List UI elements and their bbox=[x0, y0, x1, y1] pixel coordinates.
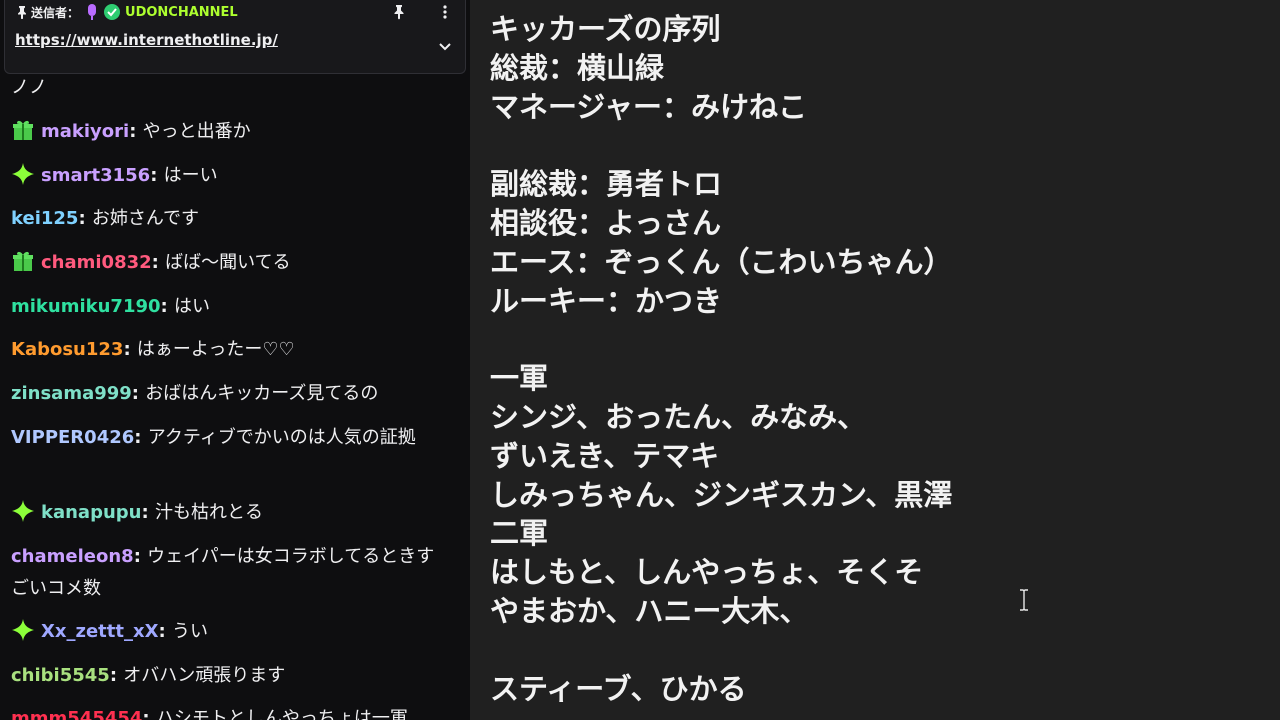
chat-colon: : bbox=[158, 621, 172, 642]
chat-panel: 送信者： UDONCHANNEL https://www.internethot… bbox=[0, 0, 470, 720]
chat-colon: : bbox=[109, 665, 124, 686]
pinned-channel-name[interactable]: UDONCHANNEL bbox=[125, 5, 238, 20]
chat-message: mikumiku7190: はい bbox=[11, 291, 451, 323]
chat-colon: : bbox=[141, 502, 155, 523]
notes-panel: キッカーズの序列 総裁：横山緑マネージャー：みけねこ 副総裁：勇者トロ 相談役：よっさ… bbox=[470, 0, 1280, 720]
chat-message: makiyori: やっと出番か bbox=[11, 116, 451, 148]
note-line: スティーブ、ひかる bbox=[490, 671, 747, 706]
chat-message-text: やっと出番か bbox=[142, 121, 251, 142]
note-line: 総裁：横山緑 bbox=[490, 50, 665, 85]
sparkle-icon[interactable] bbox=[11, 162, 35, 186]
chat-message-text: アクティブでかいのは人気の証拠 bbox=[147, 427, 416, 448]
pinned-sender-label: 送信者： bbox=[31, 5, 80, 20]
note-line bbox=[490, 126, 953, 165]
pinned-message[interactable]: 送信者： UDONCHANNEL https://www.internethot… bbox=[4, 0, 466, 74]
chat-colon: : bbox=[142, 708, 156, 720]
chat-username[interactable]: chami0832 bbox=[41, 252, 152, 273]
chat-colon: : bbox=[151, 252, 166, 273]
pin-small-icon bbox=[18, 6, 26, 19]
chat-message-text: はーい bbox=[163, 165, 218, 186]
gift-icon[interactable] bbox=[11, 249, 35, 273]
chat-username[interactable]: Kabosu123 bbox=[11, 339, 123, 360]
chat-message: kanapupu: 汁も枯れとる bbox=[11, 497, 451, 529]
chat-username[interactable]: kei125 bbox=[11, 208, 78, 229]
note-line: 一軍 bbox=[490, 361, 549, 396]
chat-message: kei125: お姉さんです bbox=[11, 203, 451, 235]
note-line: はしもと、しんやっちょ、そくそ bbox=[490, 555, 924, 590]
chat-message-text: お姉さんです bbox=[91, 208, 200, 229]
pinned-link[interactable]: https://www.internethotline.jp/ bbox=[15, 31, 278, 49]
note-line: しみっちゃん、ジンギスカン、黒澤 bbox=[490, 477, 953, 512]
notes-text[interactable]: キッカーズの序列 総裁：横山緑マネージャー：みけねこ 副総裁：勇者トロ 相談役：よっさ… bbox=[490, 10, 953, 708]
chat-message: Xx_zettt_xX: うい bbox=[11, 616, 451, 648]
chat-message: Kabosu123: はぁーよったー♡♡ bbox=[11, 334, 451, 366]
chat-username[interactable]: VIPPER0426 bbox=[11, 427, 134, 448]
pinned-header: 送信者： UDONCHANNEL bbox=[17, 3, 238, 21]
unpin-icon[interactable] bbox=[391, 3, 407, 21]
chat-username[interactable]: makiyori bbox=[41, 121, 129, 142]
gift-icon[interactable] bbox=[11, 118, 35, 142]
note-line: 二軍 bbox=[490, 516, 549, 551]
chat-colon: : bbox=[123, 339, 137, 360]
note-line: やまおか、ハニー大木、 bbox=[490, 593, 809, 628]
note-line: エース：ぞっくん（こわいちゃん） bbox=[490, 244, 953, 279]
chat-username[interactable]: chibi5545 bbox=[11, 665, 110, 686]
chat-message: zinsama999: おばはんキッカーズ見てるの bbox=[11, 378, 451, 410]
chat-message: smart3156: はーい bbox=[11, 160, 451, 192]
chat-colon: : bbox=[134, 427, 148, 448]
chat-message-text: うい bbox=[171, 621, 208, 642]
note-line bbox=[490, 631, 953, 670]
chat-message-text: ノノ bbox=[11, 77, 47, 98]
chat-username[interactable]: chameleon8 bbox=[11, 546, 134, 567]
chat-message-text: ばば〜聞いてる bbox=[165, 252, 291, 273]
chat-message: chibi5545: オバハン頑張ります bbox=[11, 660, 451, 692]
chat-username[interactable]: smart3156 bbox=[41, 165, 150, 186]
chat-username[interactable]: kanapupu bbox=[41, 502, 141, 523]
chat-colon: : bbox=[78, 208, 92, 229]
chat-message: chami0832: ばば〜聞いてる bbox=[11, 247, 451, 279]
chat-username[interactable]: mikumiku7190 bbox=[11, 296, 161, 317]
chat-colon: : bbox=[150, 165, 164, 186]
chat-colon: : bbox=[133, 546, 148, 567]
note-line: マネージャー：みけねこ bbox=[490, 89, 807, 124]
more-options-icon[interactable] bbox=[437, 3, 453, 21]
chat-colon: : bbox=[131, 383, 146, 404]
chat-message: VIPPER0426: アクティブでかいのは人気の証拠 bbox=[11, 422, 451, 454]
chat-message-text: はぁーよったー♡♡ bbox=[136, 339, 295, 360]
note-line: 副総裁：勇者トロ bbox=[490, 167, 723, 202]
verified-icon bbox=[104, 4, 121, 20]
chat-message-text: おばはんキッカーズ見てるの bbox=[145, 383, 379, 404]
note-line: 相談役：よっさん bbox=[490, 205, 722, 240]
chevron-down-icon[interactable] bbox=[437, 38, 453, 54]
chat-message-text: ハシモトとしんやっちょは一軍 bbox=[155, 708, 408, 720]
chat-colon: : bbox=[160, 296, 174, 317]
chat-username[interactable]: mmm545454 bbox=[11, 708, 142, 720]
chat-message: ノノ bbox=[11, 72, 451, 104]
mic-icon bbox=[88, 4, 97, 20]
note-line bbox=[490, 320, 953, 359]
text-cursor-icon bbox=[1020, 589, 1028, 611]
note-line: キッカーズの序列 bbox=[490, 12, 721, 46]
chat-message-text: はい bbox=[174, 296, 210, 317]
chat-username[interactable]: zinsama999 bbox=[11, 383, 132, 404]
note-line: シンジ、おったん、みなみ、 bbox=[490, 399, 867, 434]
chat-message-text: オバハン頑張ります bbox=[123, 665, 286, 686]
note-line: ずいえき、テマキ bbox=[490, 438, 720, 473]
chat-message: chameleon8: ウェイパーは女コラボしてるときすごいコメ数 bbox=[11, 541, 451, 605]
chat-message: mmm545454: ハシモトとしんやっちょは一軍 bbox=[11, 703, 451, 720]
chat-username[interactable]: Xx_zettt_xX bbox=[41, 621, 158, 642]
chat-colon: : bbox=[129, 121, 143, 142]
chat-message-text: 汁も枯れとる bbox=[154, 502, 263, 523]
sparkle-icon[interactable] bbox=[11, 499, 35, 523]
sparkle-icon[interactable] bbox=[11, 618, 35, 642]
note-line: ルーキー：かつき bbox=[490, 283, 723, 318]
